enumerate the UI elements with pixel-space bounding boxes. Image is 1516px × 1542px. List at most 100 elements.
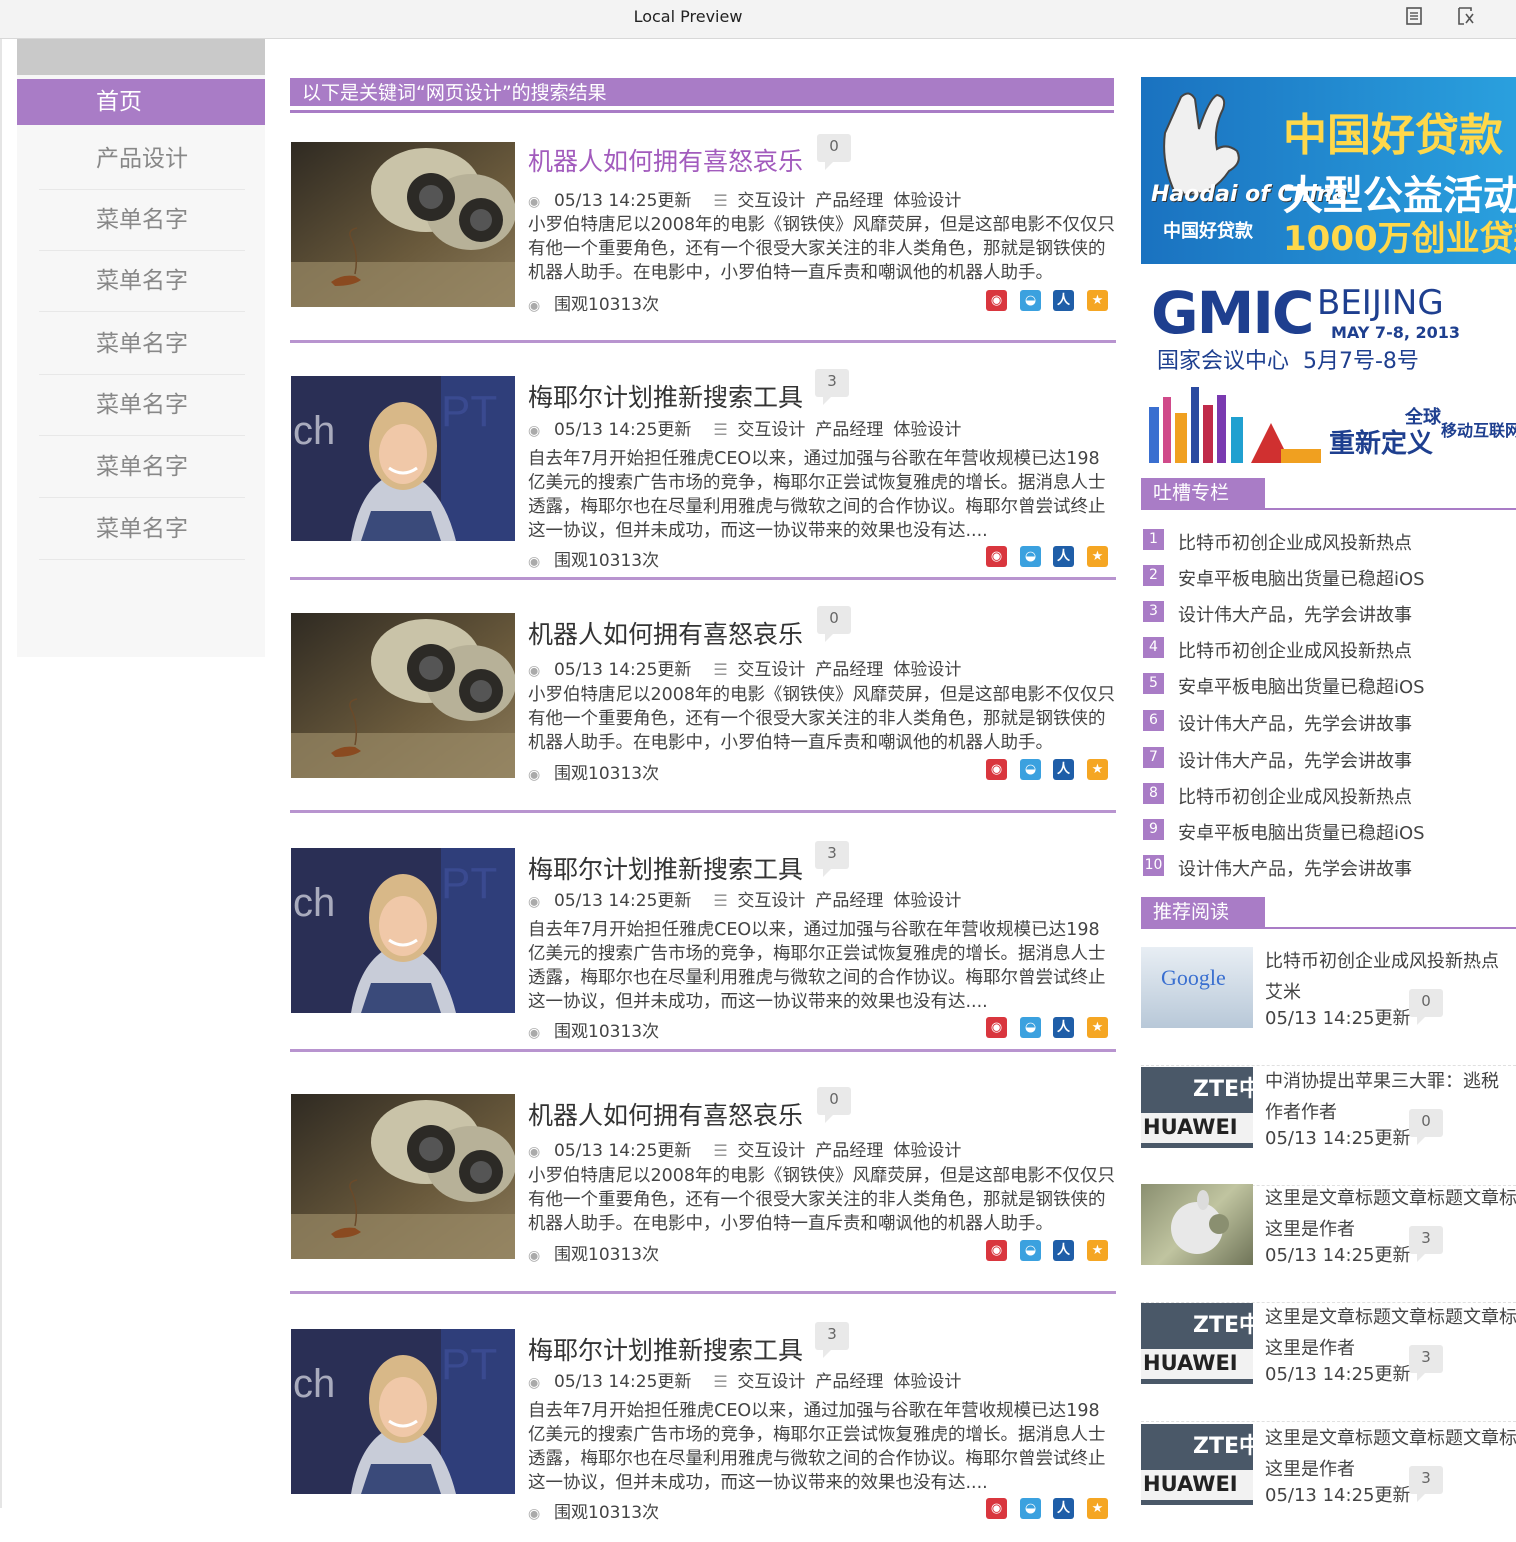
recommend-item[interactable]: ZTE中兴 HUAWEI 这里是文章标题文章标题文章标题 这里是作者 05/13… [1141, 1303, 1516, 1422]
article-thumbnail[interactable] [291, 613, 515, 778]
article-thumbnail[interactable] [291, 1094, 515, 1259]
comment-count[interactable]: 3 [1409, 1345, 1443, 1381]
comment-count[interactable]: 3 [1409, 1226, 1443, 1262]
sidebar-item-menu[interactable]: 菜单名字 [39, 251, 245, 312]
favorite-icon[interactable]: ★ [1087, 759, 1108, 780]
qzone-icon[interactable]: ◒ [1020, 546, 1041, 567]
rank-list-item[interactable]: 4 比特币初创企业成风投新热点 [1141, 637, 1516, 673]
rank-title[interactable]: 比特币初创企业成风投新热点 [1178, 783, 1412, 809]
sidebar-item-menu[interactable]: 菜单名字 [39, 190, 245, 251]
tag-link[interactable]: 交互设计 [737, 660, 805, 680]
article-thumbnail[interactable] [291, 848, 515, 1013]
renren-icon[interactable]: 人 [1053, 1240, 1074, 1261]
rank-list-item[interactable]: 1 比特币初创企业成风投新热点 [1141, 529, 1516, 565]
article-title[interactable]: 梅耶尔计划推新搜索工具 [528, 1331, 803, 1367]
recommend-title[interactable]: 中消协提出苹果三大罪：逃税 [1265, 1067, 1499, 1093]
tag-link[interactable]: 产品经理 [815, 1372, 883, 1392]
sidebar-item-menu[interactable]: 菜单名字 [39, 375, 245, 436]
rank-list-item[interactable]: 9 安卓平板电脑出货量已稳超iOS [1141, 819, 1516, 855]
rank-title[interactable]: 设计伟大产品，先学会讲故事 [1178, 601, 1412, 627]
tag-link[interactable]: 交互设计 [737, 1141, 805, 1161]
article-thumbnail[interactable] [291, 376, 515, 541]
comment-count[interactable]: 0 [817, 134, 851, 170]
gmic-ad-banner[interactable]: GMIC BEIJING MAY 7-8, 2013 国家会议中心 5月7号-8… [1141, 277, 1516, 464]
renren-icon[interactable]: 人 [1053, 1017, 1074, 1038]
tag-link[interactable]: 交互设计 [737, 1372, 805, 1392]
tag-link[interactable]: 交互设计 [737, 891, 805, 911]
rank-title[interactable]: 设计伟大产品，先学会讲故事 [1178, 855, 1412, 881]
tag-link[interactable]: 交互设计 [737, 420, 805, 440]
haodai-ad-banner[interactable]: Haodai of China 中国好贷款 中国好贷款 大型公益活动 1000万… [1141, 77, 1516, 264]
tag-link[interactable]: 产品经理 [815, 191, 883, 211]
article-title[interactable]: 机器人如何拥有喜怒哀乐 [528, 142, 803, 178]
rank-list-item[interactable]: 8 比特币初创企业成风投新热点 [1141, 783, 1516, 819]
recommend-thumbnail[interactable] [1141, 1184, 1253, 1265]
rank-list-item[interactable]: 10 设计伟大产品，先学会讲故事 [1141, 855, 1516, 891]
weibo-icon[interactable]: ◉ [986, 546, 1007, 567]
recommend-item[interactable]: Google 比特币初创企业成风投新热点 艾米 05/13 14:25更新 0 [1141, 947, 1516, 1066]
recommend-thumbnail[interactable]: ZTE中兴 HUAWEI [1141, 1424, 1253, 1505]
tag-link[interactable]: 体验设计 [893, 1141, 961, 1161]
sidebar-item-menu[interactable]: 菜单名字 [39, 499, 245, 560]
recommend-thumbnail[interactable]: ZTE中兴 HUAWEI [1141, 1067, 1253, 1148]
tag-link[interactable]: 体验设计 [893, 1372, 961, 1392]
sidebar-item-menu[interactable]: 菜单名字 [39, 437, 245, 498]
rank-title[interactable]: 设计伟大产品，先学会讲故事 [1178, 747, 1412, 773]
favorite-icon[interactable]: ★ [1087, 1498, 1108, 1519]
rank-title[interactable]: 安卓平板电脑出货量已稳超iOS [1178, 565, 1425, 591]
close-preview-icon[interactable] [1455, 6, 1477, 30]
comment-count[interactable]: 0 [1409, 1109, 1443, 1145]
recommend-title[interactable]: 比特币初创企业成风投新热点 [1265, 947, 1499, 973]
comment-count[interactable]: 0 [817, 606, 851, 642]
favorite-icon[interactable]: ★ [1087, 1240, 1108, 1261]
recommend-item[interactable]: 这里是文章标题文章标题文章标题 这里是作者 05/13 14:25更新 3 [1141, 1184, 1516, 1303]
recommend-item[interactable]: ZTE中兴 HUAWEI 中消协提出苹果三大罪：逃税 作者作者 05/13 14… [1141, 1067, 1516, 1186]
tag-link[interactable]: 体验设计 [893, 420, 961, 440]
tag-link[interactable]: 产品经理 [815, 420, 883, 440]
rank-title[interactable]: 安卓平板电脑出货量已稳超iOS [1178, 673, 1425, 699]
renren-icon[interactable]: 人 [1053, 1498, 1074, 1519]
article-title[interactable]: 机器人如何拥有喜怒哀乐 [528, 1096, 803, 1132]
sidebar-item-product-design[interactable]: 产品设计 [39, 129, 245, 190]
comment-count[interactable]: 0 [1409, 989, 1443, 1025]
recommend-thumbnail[interactable]: Google [1141, 947, 1253, 1028]
qzone-icon[interactable]: ◒ [1020, 1240, 1041, 1261]
renren-icon[interactable]: 人 [1053, 759, 1074, 780]
favorite-icon[interactable]: ★ [1087, 290, 1108, 311]
tag-link[interactable]: 产品经理 [815, 660, 883, 680]
comment-count[interactable]: 3 [815, 841, 849, 877]
qzone-icon[interactable]: ◒ [1020, 1498, 1041, 1519]
comment-count[interactable]: 3 [815, 1322, 849, 1358]
tag-link[interactable]: 产品经理 [815, 891, 883, 911]
rank-list-item[interactable]: 7 设计伟大产品，先学会讲故事 [1141, 747, 1516, 783]
recommend-item[interactable]: ZTE中兴 HUAWEI 这里是文章标题文章标题文章标题 这里是作者 05/13… [1141, 1424, 1516, 1542]
weibo-icon[interactable]: ◉ [986, 290, 1007, 311]
tag-link[interactable]: 体验设计 [893, 891, 961, 911]
qzone-icon[interactable]: ◒ [1020, 1017, 1041, 1038]
tag-link[interactable]: 交互设计 [737, 191, 805, 211]
recommend-title[interactable]: 这里是文章标题文章标题文章标题 [1265, 1184, 1516, 1210]
recommend-title[interactable]: 这里是文章标题文章标题文章标题 [1265, 1303, 1516, 1329]
weibo-icon[interactable]: ◉ [986, 1240, 1007, 1261]
rank-list-item[interactable]: 2 安卓平板电脑出货量已稳超iOS [1141, 565, 1516, 601]
qzone-icon[interactable]: ◒ [1020, 759, 1041, 780]
article-title[interactable]: 梅耶尔计划推新搜索工具 [528, 378, 803, 414]
recommend-title[interactable]: 这里是文章标题文章标题文章标题 [1265, 1424, 1516, 1450]
comment-count[interactable]: 0 [817, 1087, 851, 1123]
article-title[interactable]: 梅耶尔计划推新搜索工具 [528, 850, 803, 886]
comment-count[interactable]: 3 [815, 369, 849, 405]
rank-title[interactable]: 比特币初创企业成风投新热点 [1178, 637, 1412, 663]
weibo-icon[interactable]: ◉ [986, 1498, 1007, 1519]
rank-list-item[interactable]: 3 设计伟大产品，先学会讲故事 [1141, 601, 1516, 637]
reader-icon[interactable] [1403, 6, 1425, 30]
article-thumbnail[interactable] [291, 142, 515, 307]
comment-count[interactable]: 3 [1409, 1466, 1443, 1502]
rank-list-item[interactable]: 5 安卓平板电脑出货量已稳超iOS [1141, 673, 1516, 709]
tag-link[interactable]: 体验设计 [893, 191, 961, 211]
tag-link[interactable]: 体验设计 [893, 660, 961, 680]
favorite-icon[interactable]: ★ [1087, 1017, 1108, 1038]
article-thumbnail[interactable] [291, 1329, 515, 1494]
weibo-icon[interactable]: ◉ [986, 759, 1007, 780]
weibo-icon[interactable]: ◉ [986, 1017, 1007, 1038]
rank-title[interactable]: 比特币初创企业成风投新热点 [1178, 529, 1412, 555]
